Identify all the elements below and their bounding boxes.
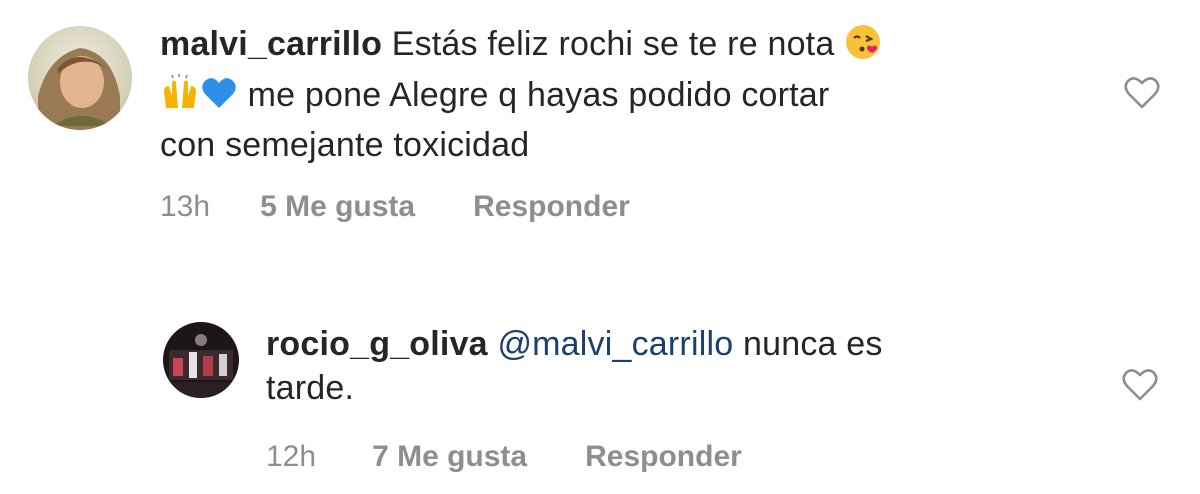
comment-1-text-line3: con semejante toxicidad bbox=[160, 126, 530, 164]
comment-1-text-line2: me pone Alegre q hayas podido cortar bbox=[238, 76, 830, 114]
blue-heart-icon bbox=[200, 74, 238, 123]
comment-2-meta: 12h 7 Me gusta Responder bbox=[266, 440, 742, 474]
comment-2-body: rocio_g_oliva @malvi_carrillo nunca es t… bbox=[266, 322, 1106, 410]
comment-1-body: malvi_carrillo Estás feliz rochi se te r… bbox=[160, 22, 1120, 167]
like-heart-icon[interactable] bbox=[1122, 72, 1162, 112]
like-heart-icon[interactable] bbox=[1120, 364, 1160, 404]
comment-1-time: 13h bbox=[160, 190, 211, 223]
comment-1-likes[interactable]: 5 Me gusta bbox=[260, 190, 415, 224]
comment-2-mention-link[interactable]: @malvi_carrillo bbox=[488, 325, 734, 363]
comment-2-text-line1: nunca es bbox=[733, 325, 883, 363]
comment-1-meta: 13h 5 Me gusta Responder bbox=[160, 190, 630, 224]
comment-1-reply-button[interactable]: Responder bbox=[473, 190, 630, 224]
comment-2-reply-button[interactable]: Responder bbox=[585, 440, 742, 474]
face-blowing-kiss-icon bbox=[844, 23, 882, 72]
avatar[interactable] bbox=[163, 322, 239, 398]
comment-2-time: 12h bbox=[266, 440, 317, 473]
comment-1-username[interactable]: malvi_carrillo bbox=[160, 25, 382, 63]
avatar[interactable] bbox=[28, 26, 132, 130]
comment-2-username[interactable]: rocio_g_oliva bbox=[266, 325, 488, 363]
raising-hands-icon bbox=[160, 72, 200, 123]
comment-2-likes[interactable]: 7 Me gusta bbox=[372, 440, 527, 474]
comment-1-text-line1: Estás feliz rochi se te re nota bbox=[382, 25, 845, 63]
comment-2-text-line2: tarde. bbox=[266, 369, 355, 407]
